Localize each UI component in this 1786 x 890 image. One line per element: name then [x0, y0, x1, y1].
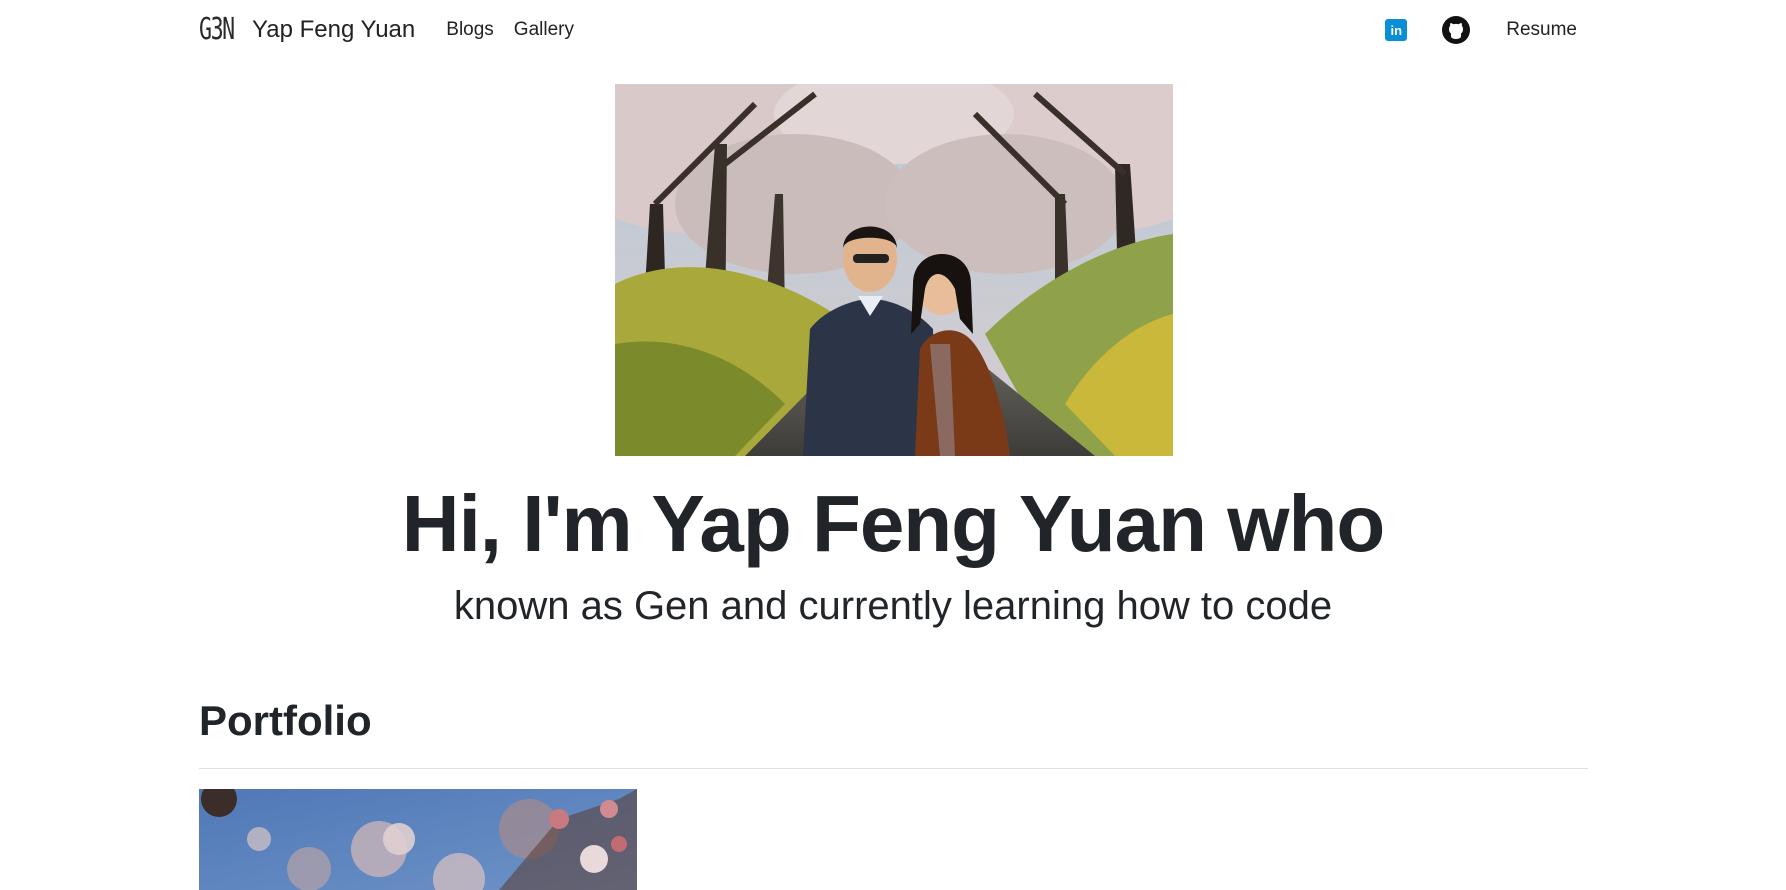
nav-right: in Resume	[1385, 16, 1586, 44]
resume-link[interactable]: Resume	[1506, 19, 1577, 41]
portfolio-card[interactable]	[199, 789, 637, 890]
linkedin-icon[interactable]: in	[1385, 19, 1408, 41]
navbar: G3N Yap Feng Yuan Blogs Gallery in Resum…	[0, 0, 1786, 60]
portfolio-heading: Portfolio	[199, 697, 372, 744]
linkedin-glyph: in	[1390, 22, 1403, 38]
github-icon[interactable]	[1442, 16, 1471, 44]
brand-name: Yap Feng Yuan	[252, 16, 416, 43]
section-divider	[199, 768, 1588, 769]
navbar-container: G3N Yap Feng Yuan Blogs Gallery in Resum…	[199, 0, 1586, 60]
brand-logo: G3N	[199, 12, 235, 47]
brand-link[interactable]: G3N Yap Feng Yuan	[199, 15, 415, 45]
hero-subtitle: known as Gen and currently learning how …	[453, 584, 1333, 628]
hero-photo	[615, 84, 1173, 456]
hero-title: Hi, I'm Yap Feng Yuan who	[401, 479, 1385, 568]
cherry-blossom-closeup-image	[199, 789, 637, 890]
nav-links: Blogs Gallery	[446, 19, 574, 41]
cherry-blossom-couple-photo	[615, 84, 1173, 456]
nav-link-blogs[interactable]: Blogs	[446, 19, 494, 41]
nav-link-gallery[interactable]: Gallery	[514, 19, 574, 41]
